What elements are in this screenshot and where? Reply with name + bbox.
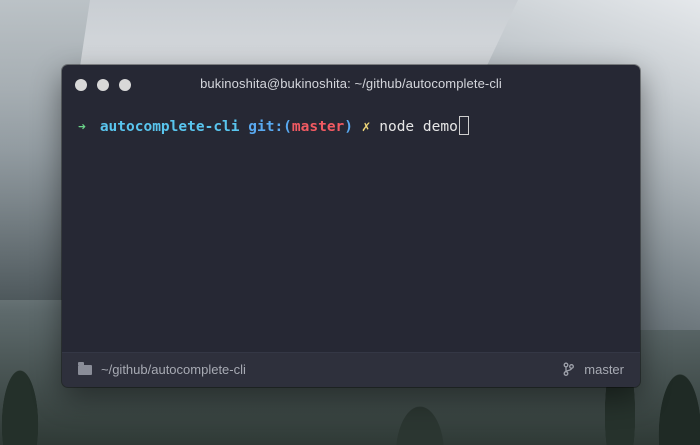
title-bar[interactable]: bukinoshita@bukinoshita: ~/github/autoco… bbox=[62, 65, 640, 103]
text-cursor bbox=[458, 116, 469, 135]
prompt-directory: autocomplete-cli bbox=[99, 119, 240, 135]
prompt-git-prefix: git:( bbox=[248, 119, 292, 135]
command-input[interactable]: node demo bbox=[379, 119, 458, 135]
terminal-window[interactable]: bukinoshita@bukinoshita: ~/github/autoco… bbox=[62, 65, 640, 387]
prompt-git-suffix: ) bbox=[344, 119, 354, 135]
git-branch-icon bbox=[563, 362, 574, 380]
status-bar: ~/github/autocomplete-cli master bbox=[62, 352, 640, 387]
status-path[interactable]: ~/github/autocomplete-cli bbox=[101, 362, 246, 377]
folder-icon bbox=[78, 362, 92, 375]
prompt-arrow: ➜ bbox=[78, 120, 86, 135]
prompt-git-branch: master bbox=[291, 119, 345, 135]
window-title: bukinoshita@bukinoshita: ~/github/autoco… bbox=[200, 76, 502, 91]
terminal-content[interactable]: ➜ autocomplete-cli git:(master) ✗ node de… bbox=[78, 116, 630, 135]
prompt-dirty-mark: ✗ bbox=[361, 119, 371, 135]
status-branch[interactable]: master bbox=[584, 362, 624, 377]
